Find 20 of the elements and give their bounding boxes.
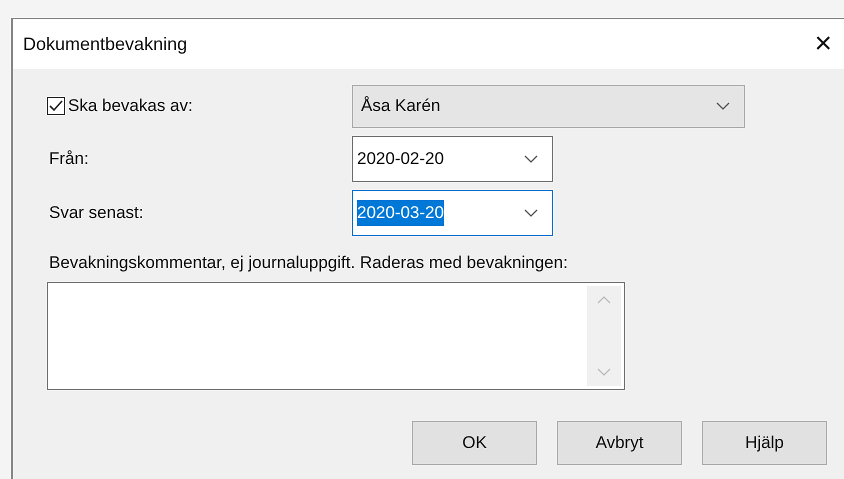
chevron-down-icon bbox=[524, 209, 538, 217]
chevron-down-icon bbox=[716, 102, 730, 110]
dialog-button[interactable]: Hjälp bbox=[702, 420, 827, 464]
date-field[interactable]: 2020-02-20 bbox=[352, 136, 553, 182]
dialog-button[interactable]: Avbryt bbox=[557, 420, 682, 464]
scroll-down-icon bbox=[597, 368, 611, 376]
comment-label: Bevakningskommentar, ej journaluppgift. Raderas med bevakningen: bbox=[48, 252, 569, 274]
field-label: Från: bbox=[48, 148, 90, 170]
checkbox[interactable] bbox=[47, 97, 65, 115]
dialog-button[interactable]: OK bbox=[412, 420, 537, 464]
close-button[interactable]: × bbox=[810, 29, 836, 59]
field-label: Svar senast: bbox=[48, 202, 144, 224]
chevron-down-icon bbox=[524, 155, 538, 163]
checkmark-icon bbox=[49, 100, 63, 112]
person-dropdown[interactable]: Åsa Karén bbox=[352, 84, 745, 128]
scroll-up-icon bbox=[597, 296, 611, 304]
comment-field[interactable] bbox=[47, 282, 625, 390]
date-field[interactable]: 2020-03-20 bbox=[352, 190, 553, 236]
checkbox-label: Ska bevakas av: bbox=[68, 95, 193, 118]
window-title: Dokumentbevakning bbox=[23, 32, 188, 56]
